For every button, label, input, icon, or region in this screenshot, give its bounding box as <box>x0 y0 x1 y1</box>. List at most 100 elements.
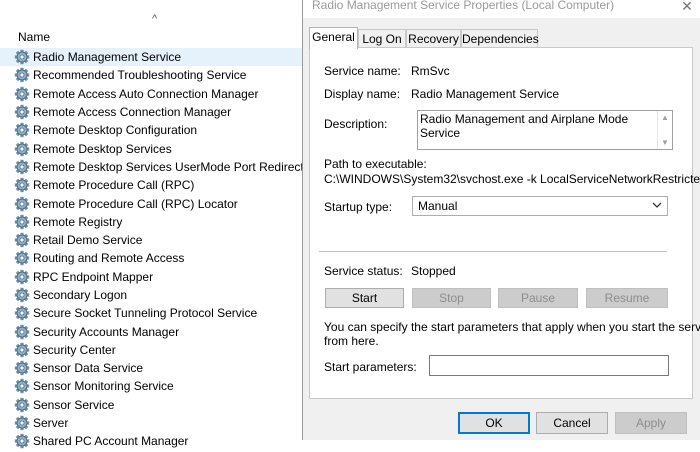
service-name: Shared PC Account Manager <box>33 434 189 449</box>
gear-icon <box>14 159 30 175</box>
gear-icon <box>14 305 30 321</box>
services-rows: Radio Management Service Recommended Trou… <box>0 48 314 451</box>
gear-icon <box>14 397 30 413</box>
gear-icon <box>14 324 30 340</box>
service-name: Retail Demo Service <box>33 233 143 248</box>
startup-type-select[interactable]: Manual <box>412 196 668 216</box>
service-row[interactable]: Security Center <box>0 341 305 359</box>
service-row[interactable]: Remote Procedure Call (RPC) <box>0 176 305 194</box>
display-name-value: Radio Management Service <box>411 87 560 101</box>
service-status-label: Service status: <box>324 264 403 278</box>
service-row[interactable]: Shared PC Account Manager <box>0 432 305 450</box>
service-name: Sensor Data Service <box>33 361 144 376</box>
gear-icon <box>14 342 30 358</box>
gear-icon <box>14 67 30 83</box>
gear-icon <box>14 250 30 266</box>
service-row[interactable]: Retail Demo Service <box>0 231 305 249</box>
services-list: ^ Name Radio Management Service Recommend… <box>0 0 314 449</box>
gear-icon <box>14 360 30 376</box>
sort-arrow-icon[interactable]: ^ <box>152 14 157 25</box>
column-header-name[interactable]: Name <box>18 30 50 44</box>
service-name: Secondary Logon <box>33 288 128 302</box>
description-scrollbar[interactable]: ▲ ▼ <box>657 111 672 149</box>
dialog-title: Radio Management Service Properties (Loc… <box>312 0 615 12</box>
service-row[interactable]: Server <box>0 414 305 432</box>
start-parameters-input[interactable] <box>429 355 669 376</box>
info-text-line2: from here. <box>324 334 379 348</box>
gear-icon <box>14 378 30 394</box>
service-row[interactable]: Recommended Troubleshooting Service <box>0 66 305 84</box>
service-row[interactable]: Routing and Remote Access <box>0 249 305 267</box>
description-box[interactable]: Radio Management and Airplane Mode Servi… <box>417 110 673 150</box>
service-row[interactable]: Remote Desktop Services <box>0 139 305 157</box>
apply-button[interactable]: Apply <box>615 412 687 434</box>
service-name: Sensor Monitoring Service <box>33 379 174 394</box>
display-name-label: Display name: <box>324 87 401 101</box>
start-button[interactable]: Start <box>325 288 404 308</box>
service-name: Remote Access Auto Connection Manager <box>33 86 259 101</box>
gear-icon <box>14 232 30 248</box>
gear-icon <box>14 433 30 449</box>
resume-button[interactable]: Resume <box>586 288 668 308</box>
service-name-label: Service name: <box>324 64 401 78</box>
scroll-down-icon[interactable]: ▼ <box>658 138 672 147</box>
service-row[interactable]: Remote Desktop Services UserMode Port Re… <box>0 158 314 176</box>
service-name: Sensor Service <box>33 397 115 412</box>
startup-type-label: Startup type: <box>324 200 393 214</box>
service-row[interactable]: Secure Socket Tunneling Protocol Service <box>0 304 305 322</box>
scroll-up-icon[interactable]: ▲ <box>658 113 672 122</box>
tab-log-on[interactable]: Log On <box>358 29 406 47</box>
service-row[interactable]: Remote Registry <box>0 213 305 231</box>
ok-button[interactable]: OK <box>458 412 530 434</box>
general-tab-panel: Service name: RmSvc Display name: Radio … <box>309 47 700 399</box>
description-value: Radio Management and Airplane Mode Servi… <box>420 112 629 140</box>
tab-dependencies[interactable]: Dependencies <box>461 29 539 47</box>
service-row[interactable]: Sensor Monitoring Service <box>0 377 305 395</box>
path-label: Path to executable: <box>324 157 427 171</box>
service-row[interactable]: Radio Management Service <box>0 48 305 67</box>
tab-recovery[interactable]: Recovery <box>406 29 461 47</box>
service-row[interactable]: Remote Access Connection Manager <box>0 103 305 121</box>
service-name: Security Accounts Manager <box>33 324 180 339</box>
close-icon[interactable]: ✕ <box>677 0 697 16</box>
service-row[interactable]: Remote Desktop Configuration <box>0 121 305 139</box>
service-row[interactable]: Sensor Data Service <box>0 359 305 377</box>
path-value: C:\WINDOWS\System32\svchost.exe -k Local… <box>324 172 700 186</box>
service-row[interactable]: Security Accounts Manager <box>0 322 305 340</box>
gear-icon <box>14 177 30 193</box>
gear-icon <box>14 141 30 157</box>
gear-icon <box>14 196 30 212</box>
service-name: Remote Procedure Call (RPC) Locator <box>33 196 238 211</box>
service-name: Remote Procedure Call (RPC) <box>33 178 195 193</box>
cancel-button[interactable]: Cancel <box>536 412 608 434</box>
description-label: Description: <box>324 117 388 131</box>
service-name: Remote Desktop Configuration <box>33 123 198 138</box>
service-row[interactable]: Sensor Service <box>0 396 305 414</box>
service-row[interactable]: RPC Endpoint Mapper <box>0 268 305 286</box>
service-row[interactable]: Secondary Logon <box>0 286 305 304</box>
service-name: Recommended Troubleshooting Service <box>33 68 247 83</box>
divider <box>319 251 667 252</box>
service-name: Secure Socket Tunneling Protocol Service <box>33 306 258 321</box>
chevron-down-icon <box>652 202 662 208</box>
gear-icon <box>14 214 30 230</box>
title-bar[interactable]: Radio Management Service Properties (Loc… <box>303 0 700 18</box>
service-name: Routing and Remote Access <box>33 251 185 266</box>
gear-icon <box>14 122 30 138</box>
gear-icon <box>14 86 30 102</box>
start-parameters-label: Start parameters: <box>324 360 417 374</box>
service-name: RPC Endpoint Mapper <box>33 269 154 284</box>
pause-button[interactable]: Pause <box>498 288 578 308</box>
service-name: Server <box>33 416 69 431</box>
service-name: Remote Access Connection Manager <box>33 105 232 120</box>
stop-button[interactable]: Stop <box>412 288 491 308</box>
service-name: Security Center <box>33 342 116 357</box>
service-name-value: RmSvc <box>411 64 450 78</box>
tab-general[interactable]: General <box>309 27 358 49</box>
service-row[interactable]: Remote Procedure Call (RPC) Locator <box>0 194 305 212</box>
gear-icon <box>14 49 30 65</box>
properties-dialog: Radio Management Service Properties (Loc… <box>302 0 700 440</box>
info-text-line1: You can specify the start parameters tha… <box>324 320 700 334</box>
startup-type-value: Manual <box>418 199 458 213</box>
service-row[interactable]: Remote Access Auto Connection Manager <box>0 85 305 103</box>
